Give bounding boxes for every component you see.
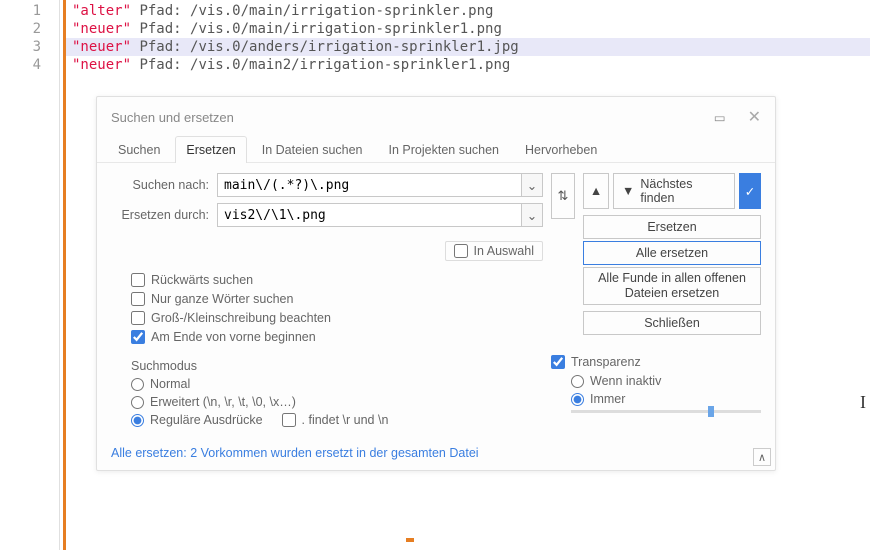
line-gutter: 1234 — [0, 0, 60, 550]
close-button[interactable]: Schließen — [583, 311, 761, 335]
dock-icon[interactable]: ▭ — [710, 110, 730, 125]
mode-extended-radio[interactable] — [131, 396, 144, 409]
mode-normal-radio[interactable] — [131, 378, 144, 391]
tab-in-dateien-suchen[interactable]: In Dateien suchen — [251, 136, 374, 163]
replace-all-button[interactable]: Alle ersetzen — [583, 241, 761, 265]
trans-always-radio[interactable] — [571, 393, 584, 406]
replace-dropdown-icon[interactable]: ⌄ — [521, 203, 543, 227]
code-line[interactable]: "neuer" Pfad: /vis.0/main/irrigation-spr… — [66, 20, 870, 38]
in-selection-label: In Auswahl — [474, 244, 534, 258]
prev-match-button[interactable]: ▲ — [583, 173, 609, 209]
wrap-checkbox[interactable] — [131, 330, 145, 344]
replace-all-files-button[interactable]: Alle Funde in allen offenen Dateien erse… — [583, 267, 761, 305]
wholewords-checkbox[interactable] — [131, 292, 145, 306]
search-replace-dialog: Suchen und ersetzen ▭ ✕ SuchenErsetzenIn… — [96, 96, 776, 471]
swap-button[interactable]: ⇅ — [551, 173, 575, 219]
tab-suchen[interactable]: Suchen — [107, 136, 171, 163]
mode-regex-radio[interactable] — [131, 414, 144, 427]
code-line[interactable]: "neuer" Pfad: /vis.0/anders/irrigation-s… — [66, 38, 870, 56]
tab-in-projekten-suchen[interactable]: In Projekten suchen — [378, 136, 511, 163]
tab-bar: SuchenErsetzenIn Dateien suchenIn Projek… — [97, 135, 775, 163]
searchmode-title: Suchmodus — [131, 359, 543, 373]
status-message: Alle ersetzen: 2 Vorkommen wurden ersetz… — [97, 437, 775, 470]
transparency-slider[interactable] — [571, 410, 761, 413]
search-label: Suchen nach: — [111, 178, 209, 192]
highlight-toggle[interactable]: ✓ — [739, 173, 761, 209]
code-line[interactable]: "neuer" Pfad: /vis.0/main2/irrigation-sp… — [66, 56, 870, 74]
next-match-button[interactable]: ▼Nächstes finden — [613, 173, 735, 209]
transparency-checkbox[interactable] — [551, 355, 565, 369]
trans-inactive-radio[interactable] — [571, 375, 584, 388]
bottom-marker — [406, 538, 414, 542]
replace-input[interactable] — [217, 203, 521, 227]
in-selection-checkbox[interactable] — [454, 244, 468, 258]
tab-hervorheben[interactable]: Hervorheben — [514, 136, 608, 163]
collapse-icon[interactable]: ∧ — [753, 448, 771, 466]
dot-newline-checkbox[interactable] — [282, 413, 296, 427]
code-line[interactable]: "alter" Pfad: /vis.0/main/irrigation-spr… — [66, 2, 870, 20]
close-icon[interactable]: ✕ — [748, 107, 761, 127]
dialog-title: Suchen und ersetzen — [111, 110, 710, 125]
replace-label: Ersetzen durch: — [111, 208, 209, 222]
search-input[interactable] — [217, 173, 521, 197]
replace-button[interactable]: Ersetzen — [583, 215, 761, 239]
casesens-checkbox[interactable] — [131, 311, 145, 325]
search-dropdown-icon[interactable]: ⌄ — [521, 173, 543, 197]
tab-ersetzen[interactable]: Ersetzen — [175, 136, 246, 163]
text-cursor-icon: I — [860, 392, 866, 413]
backwards-checkbox[interactable] — [131, 273, 145, 287]
